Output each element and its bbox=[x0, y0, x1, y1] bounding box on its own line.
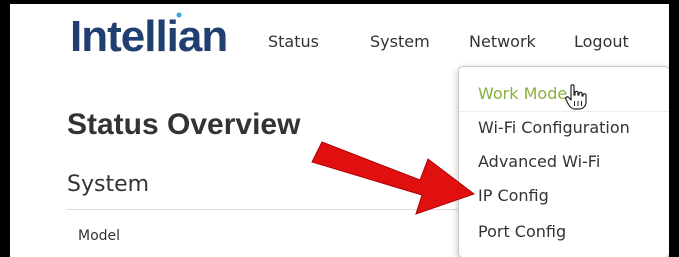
web-page: Intellian Status System Network Logout S… bbox=[10, 4, 669, 257]
hand-pointer-cursor-icon bbox=[565, 84, 587, 110]
screenshot-frame: Intellian Status System Network Logout S… bbox=[0, 0, 679, 257]
red-annotation-arrow bbox=[311, 141, 476, 215]
